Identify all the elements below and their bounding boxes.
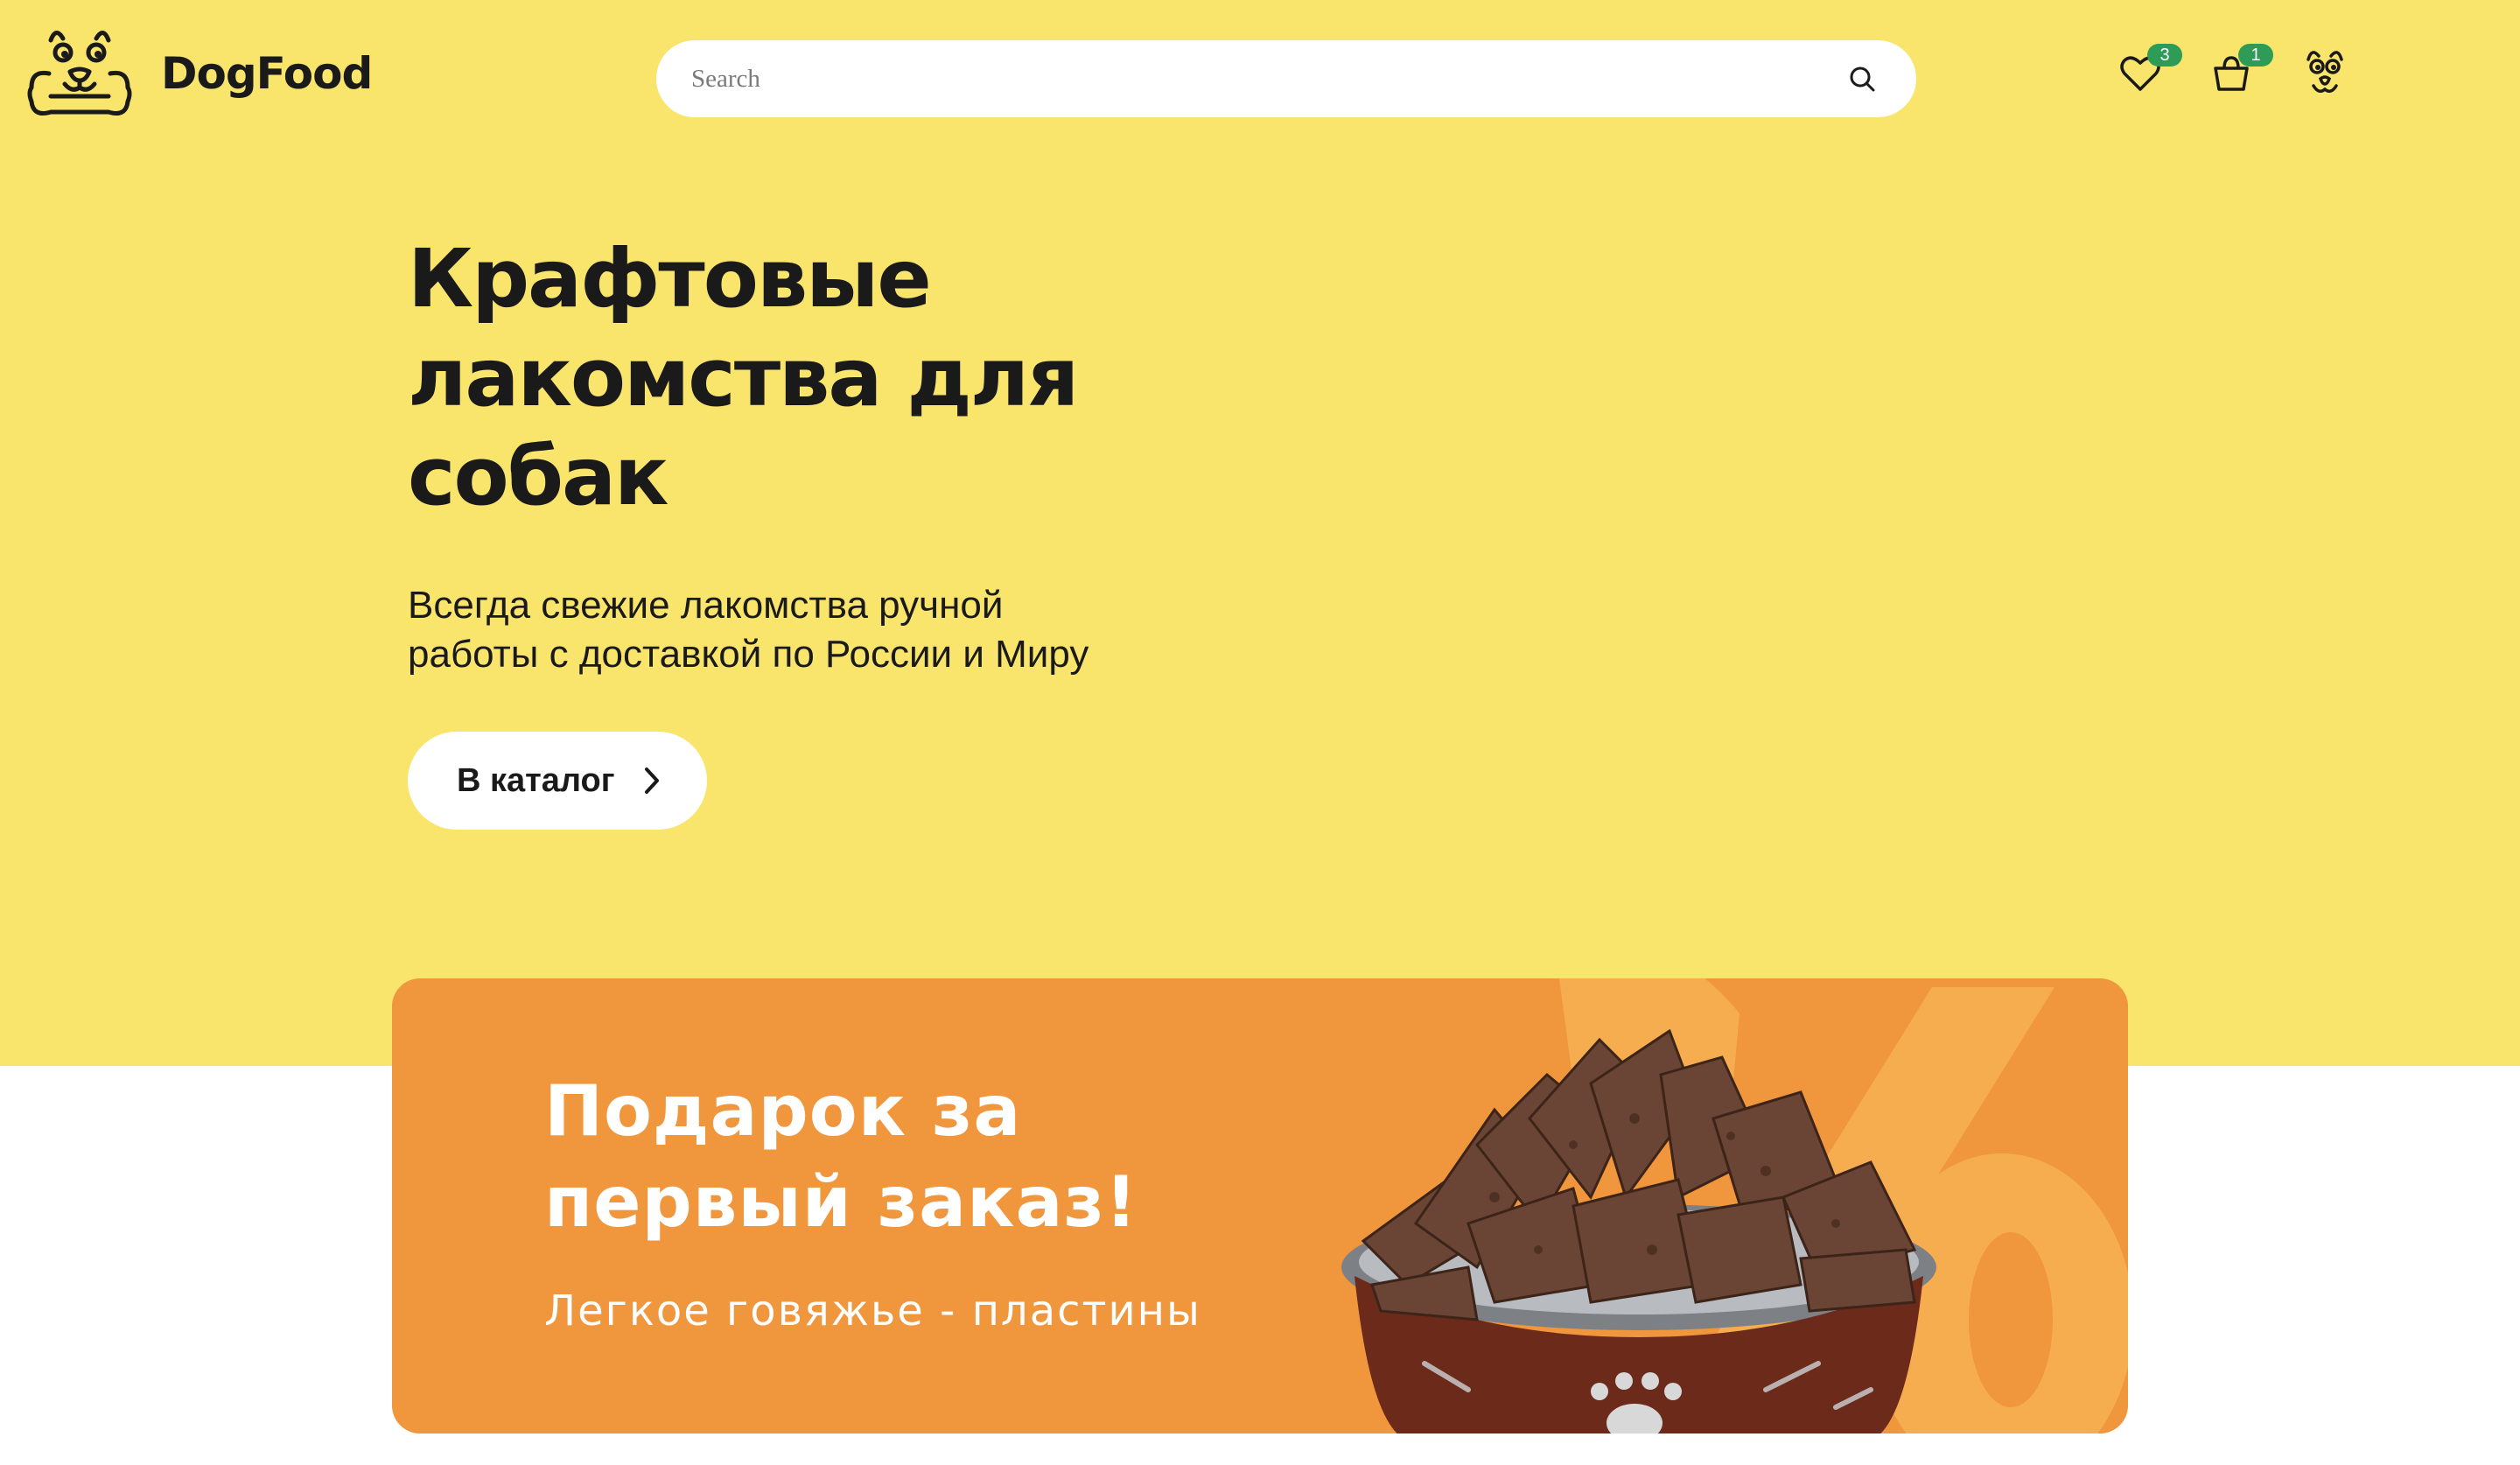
site-header: DogFood 3 1 — [0, 0, 2520, 158]
chevron-right-icon — [644, 768, 659, 794]
dog-treats-bowl-image — [1341, 1028, 1936, 1433]
dog-logo-icon — [27, 31, 132, 116]
cart-count-badge: 1 — [2238, 44, 2273, 67]
favorites-count-badge: 3 — [2147, 44, 2182, 67]
favorites-button[interactable]: 3 — [2116, 44, 2182, 98]
promo-title-line: первый заказ! — [544, 1161, 1138, 1243]
promo-subtitle: Легкое говяжье - пластины — [544, 1286, 1201, 1335]
cart-button[interactable]: 1 — [2207, 44, 2273, 98]
promo-banner[interactable]: Подарок за первый заказ! Легкое говяжье … — [392, 978, 2128, 1433]
dog-profile-icon — [2306, 51, 2343, 93]
hero-title-line: Крафтовые — [408, 232, 932, 326]
hero-title-line: лакомства для — [408, 331, 1079, 424]
hero-title-line: собак — [408, 430, 669, 523]
logo-text: DogFood — [161, 48, 373, 99]
promo-title: Подарок за первый заказ! — [544, 1066, 1262, 1248]
logo[interactable]: DogFood — [24, 21, 373, 126]
catalog-button[interactable]: В каталог — [408, 732, 707, 830]
search-input[interactable] — [691, 40, 1794, 117]
hero-background — [0, 0, 2520, 1066]
hero-subtitle-line: Всегда свежие лакомства ручной — [408, 584, 1004, 627]
hero-subtitle: Всегда свежие лакомства ручной работы с … — [408, 581, 1160, 679]
promo-title-line: Подарок за — [544, 1070, 1022, 1152]
profile-button[interactable] — [2300, 44, 2350, 100]
catalog-button-label: В каталог — [457, 761, 615, 799]
search-icon[interactable] — [1846, 63, 1878, 95]
search-bar — [656, 40, 1916, 117]
hero-title: Крафтовые лакомства для собак — [408, 229, 1195, 526]
hero-subtitle-line: работы с доставкой по России и Миру — [408, 633, 1089, 676]
